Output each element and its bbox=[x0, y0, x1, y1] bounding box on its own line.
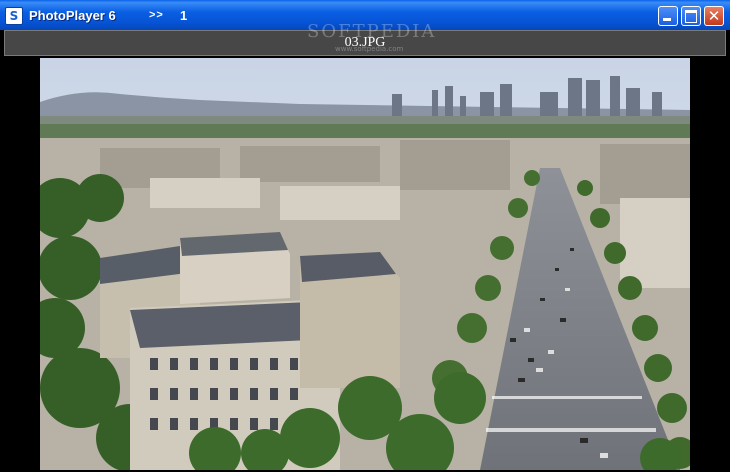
paris-cityscape-photo bbox=[40, 58, 690, 470]
viewer-margin-left bbox=[0, 56, 40, 472]
file-name: 03.JPG bbox=[344, 35, 386, 50]
photo-image[interactable] bbox=[40, 58, 690, 470]
minimize-icon bbox=[659, 7, 677, 25]
minimize-button[interactable] bbox=[658, 6, 678, 26]
app-icon[interactable]: S bbox=[5, 7, 23, 25]
close-icon: ✕ bbox=[707, 7, 721, 25]
photoplayer-window: S PhotoPlayer 6 >> 1 ✕ SOFTPEDIA www.sof… bbox=[0, 0, 730, 472]
page-number: 1 bbox=[180, 8, 188, 23]
filename-bar: SOFTPEDIA www.softpedia.com 03.JPG bbox=[4, 21, 726, 56]
viewer-margin-right bbox=[690, 56, 730, 472]
maximize-icon bbox=[682, 7, 700, 25]
close-button[interactable]: ✕ bbox=[704, 6, 724, 26]
next-arrows-button[interactable]: >> bbox=[149, 9, 164, 21]
maximize-button[interactable] bbox=[681, 6, 701, 26]
app-title: PhotoPlayer 6 bbox=[29, 8, 116, 23]
